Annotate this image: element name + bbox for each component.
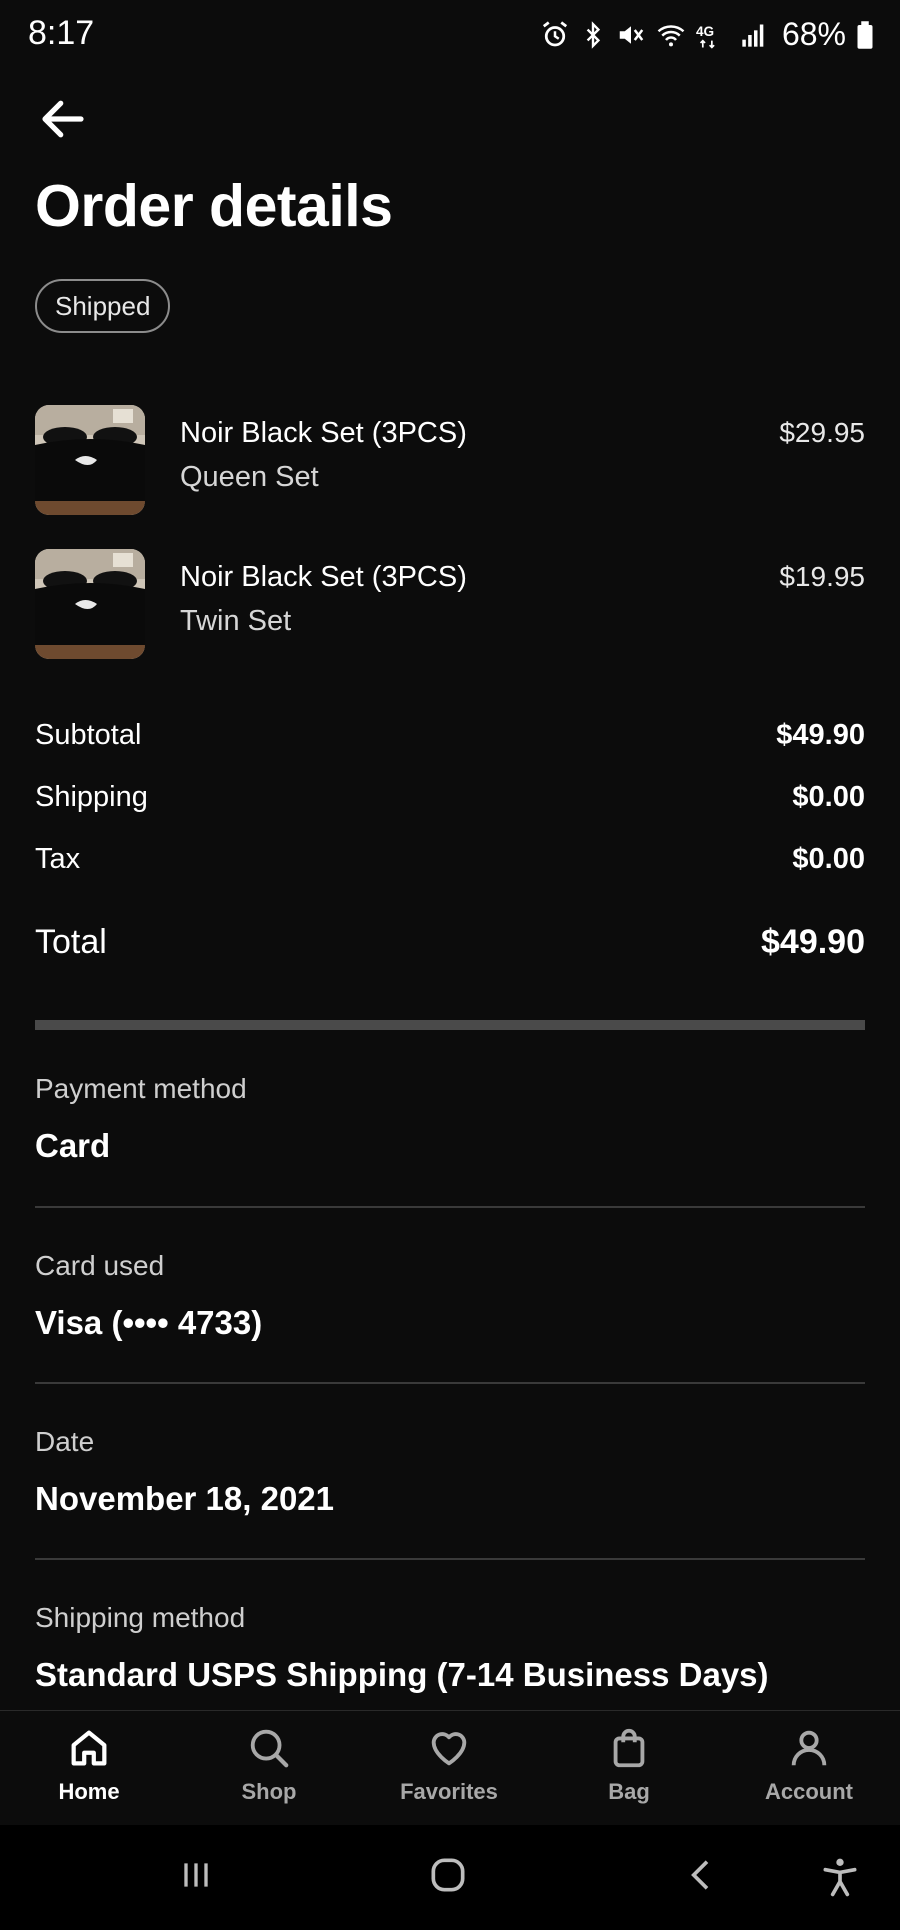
nav-account[interactable]: Account xyxy=(739,1725,879,1805)
tax-label: Tax xyxy=(35,843,81,875)
svg-text:4G: 4G xyxy=(696,24,714,39)
shipping-method-value: Standard USPS Shipping (7-14 Business Da… xyxy=(35,1656,769,1693)
tax-value: $0.00 xyxy=(792,843,865,875)
card-used-value: Visa (•••• 4733) xyxy=(35,1304,263,1341)
card-used-label: Card used xyxy=(35,1250,165,1281)
arrow-left-icon xyxy=(42,100,84,138)
total-label: Total xyxy=(35,923,107,961)
home-system-button[interactable] xyxy=(426,1853,470,1902)
home-circle-icon xyxy=(431,1858,465,1892)
total-value: $49.90 xyxy=(761,923,865,961)
item-name: Noir Black Set (3PCS) xyxy=(180,561,467,593)
shipping-method-section: Shipping method Standard USPS Shipping (… xyxy=(35,1602,865,1694)
divider xyxy=(35,1382,865,1384)
recents-button[interactable] xyxy=(176,1853,216,1902)
nav-home[interactable]: Home xyxy=(19,1725,159,1805)
battery-percent: 68% xyxy=(781,16,846,52)
order-item[interactable]: Noir Black Set (3PCS) Twin Set $19.95 xyxy=(35,549,865,659)
divider xyxy=(35,1206,865,1208)
section-divider xyxy=(35,1020,865,1030)
nav-bag[interactable]: Bag xyxy=(559,1725,699,1805)
wifi-icon xyxy=(657,24,685,46)
signal-icon xyxy=(742,24,764,47)
page-title: Order details xyxy=(35,173,393,239)
home-icon xyxy=(71,1730,107,1766)
date-section: Date November 18, 2021 xyxy=(35,1426,865,1518)
recents-icon xyxy=(184,1863,208,1887)
bottom-nav: Home Shop Favorites Bag Account xyxy=(0,1710,900,1826)
system-nav-bar xyxy=(0,1825,900,1930)
item-variant: Twin Set xyxy=(180,605,292,637)
shipping-method-label: Shipping method xyxy=(35,1602,246,1633)
back-button[interactable] xyxy=(36,92,90,146)
payment-method-value: Card xyxy=(35,1127,111,1164)
card-used-section: Card used Visa (•••• 4733) xyxy=(35,1250,865,1342)
alarm-icon xyxy=(542,20,568,46)
item-variant: Queen Set xyxy=(180,461,319,493)
status-icons: 4G 68% xyxy=(540,16,874,53)
item-price: $29.95 xyxy=(779,417,865,448)
nav-label: Home xyxy=(58,1779,120,1804)
bag-icon xyxy=(613,1728,645,1768)
nav-label: Favorites xyxy=(400,1779,498,1804)
nav-favorites[interactable]: Favorites xyxy=(379,1725,519,1805)
bluetooth-icon xyxy=(586,20,601,49)
divider xyxy=(35,1558,865,1560)
nav-label: Bag xyxy=(608,1779,650,1804)
shipping-label: Shipping xyxy=(35,781,148,813)
person-icon xyxy=(791,1730,827,1766)
heart-icon xyxy=(431,1732,467,1766)
status-time: 8:17 xyxy=(28,14,95,52)
date-value: November 18, 2021 xyxy=(35,1480,335,1517)
accessibility-button[interactable] xyxy=(818,1853,862,1906)
date-label: Date xyxy=(35,1426,95,1457)
status-bar: 8:17 4G 68% xyxy=(0,0,900,70)
order-item[interactable]: Noir Black Set (3PCS) Queen Set $29.95 xyxy=(35,405,865,515)
back-system-button[interactable] xyxy=(682,1853,722,1902)
mute-icon xyxy=(619,25,644,44)
product-thumbnail xyxy=(35,549,145,659)
nav-label: Account xyxy=(765,1779,853,1804)
subtotal-value: $49.90 xyxy=(776,719,865,751)
shipping-value: $0.00 xyxy=(792,781,865,813)
accessibility-icon xyxy=(823,1858,857,1897)
item-price: $19.95 xyxy=(779,561,865,592)
4g-icon: 4G xyxy=(696,24,715,49)
product-thumbnail xyxy=(35,405,145,515)
nav-shop[interactable]: Shop xyxy=(199,1725,339,1805)
back-chevron-icon xyxy=(691,1860,709,1890)
payment-method-section: Payment method Card xyxy=(35,1073,865,1165)
subtotal-label: Subtotal xyxy=(35,719,142,751)
status-badge: Shipped xyxy=(35,279,171,333)
nav-label: Shop xyxy=(241,1779,297,1804)
battery-icon xyxy=(857,20,873,49)
item-name: Noir Black Set (3PCS) xyxy=(180,417,467,449)
payment-method-label: Payment method xyxy=(35,1073,247,1104)
search-icon xyxy=(250,1729,289,1768)
